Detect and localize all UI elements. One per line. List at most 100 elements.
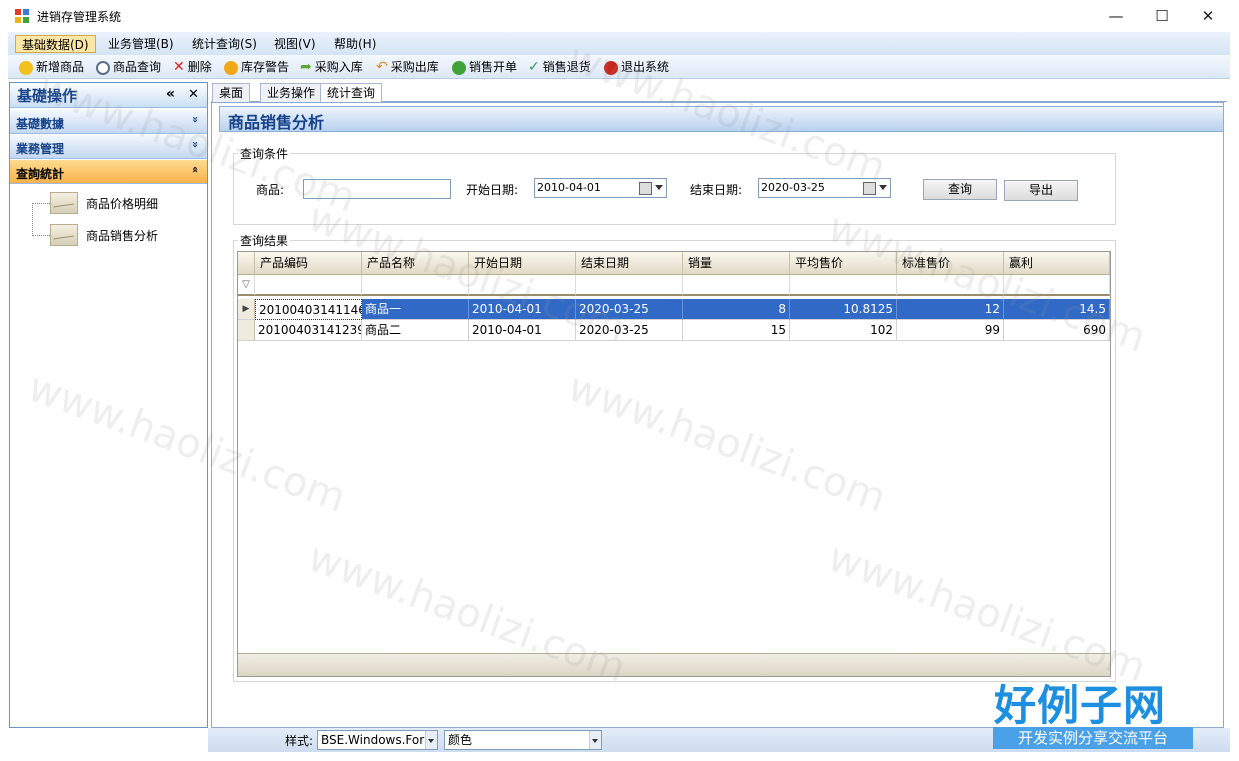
chevron-down-icon: » <box>188 115 202 124</box>
nav-group-query-stats[interactable]: 查詢統計 « <box>10 160 207 184</box>
column-header-quantity[interactable]: 销量 <box>683 252 790 275</box>
close-button[interactable]: ✕ <box>1185 0 1231 32</box>
filter-cell[interactable] <box>790 275 897 296</box>
page-title: 商品销售分析 <box>228 113 325 132</box>
nav-close-icon[interactable]: ✕ <box>188 87 199 102</box>
toolbar-delete[interactable]: ✕ 删除 <box>173 59 212 76</box>
cell-name[interactable]: 商品二 <box>362 320 469 341</box>
menu-bar: 基础数据(D) 业务管理(B) 统计查询(S) 视图(V) 帮助(H) <box>8 32 1230 55</box>
toolbar-sales-return[interactable]: ✓ 销售退货 <box>528 59 591 76</box>
cell-name[interactable]: 商品一 <box>362 299 469 320</box>
filter-cell[interactable] <box>255 275 362 296</box>
app-icon <box>14 8 30 24</box>
chevron-down-icon[interactable] <box>589 731 601 749</box>
tab-business[interactable]: 业务操作 <box>260 83 323 102</box>
tree-line <box>32 203 50 204</box>
magnifier-icon <box>96 60 110 75</box>
green-arrow-icon: ➦ <box>300 59 312 75</box>
toolbar: 新增商品 商品查询 ✕ 删除 库存警告 ➦ 采购入库 ↶ 采购出库 销售开单 ✓ 销售退… <box>8 55 1230 79</box>
toolbar-purchase-in[interactable]: ➦ 采购入库 <box>300 59 363 76</box>
tab-strip: 桌面 业务操作 统计查询 <box>211 82 1227 103</box>
chevron-down-icon: » <box>188 140 202 149</box>
color-select[interactable]: 颜色 <box>444 730 602 750</box>
menu-business[interactable]: 业务管理(B) <box>102 35 180 53</box>
title-bar: 进销存管理系统 — ☐ ✕ <box>0 0 1239 32</box>
nav-group-basic-data[interactable]: 基礎數據 » <box>10 110 207 134</box>
toolbar-sales-order[interactable]: 销售开单 <box>452 59 517 76</box>
filter-cell[interactable] <box>469 275 576 296</box>
cell-start-date[interactable]: 2010-04-01 <box>469 320 576 341</box>
table-row[interactable]: 20100403141239 商品二 2010-04-01 2020-03-25… <box>238 320 1110 341</box>
filter-icon[interactable]: ▽ <box>238 275 255 296</box>
nav-header: 基礎操作 « ✕ <box>10 83 207 108</box>
toolbar-add-product[interactable]: 新增商品 <box>19 59 84 76</box>
cell-code[interactable]: 20100403141239 <box>255 320 362 341</box>
export-button[interactable]: 导出 <box>1004 180 1078 201</box>
nav-group-business[interactable]: 業務管理 » <box>10 135 207 159</box>
column-header-code[interactable]: 产品编码 <box>255 252 362 275</box>
filter-cell[interactable] <box>362 275 469 296</box>
menu-statistics[interactable]: 统计查询(S) <box>186 35 263 53</box>
product-input[interactable] <box>303 179 451 199</box>
cell-quantity[interactable]: 8 <box>683 299 790 320</box>
column-header-start-date[interactable]: 开始日期 <box>469 252 576 275</box>
row-selector[interactable] <box>238 320 255 341</box>
menu-basic-data[interactable]: 基础数据(D) <box>15 35 96 53</box>
collapse-icon[interactable]: « <box>166 86 175 102</box>
table-row[interactable]: ▶ 20100403141146 商品一 2010-04-01 2020-03-… <box>238 299 1110 320</box>
cell-profit[interactable]: 14.5 <box>1004 299 1110 320</box>
column-header-name[interactable]: 产品名称 <box>362 252 469 275</box>
start-date-picker[interactable]: 2010-04-01 <box>534 178 667 198</box>
cell-start-date[interactable]: 2010-04-01 <box>469 299 576 320</box>
cell-code[interactable]: 20100403141146 <box>255 299 362 320</box>
menu-view[interactable]: 视图(V) <box>268 35 322 53</box>
column-header-end-date[interactable]: 结束日期 <box>576 252 683 275</box>
query-conditions-legend: 查询条件 <box>238 145 291 162</box>
calendar-icon[interactable] <box>863 182 876 195</box>
cell-std-price[interactable]: 99 <box>897 320 1004 341</box>
filter-cell[interactable] <box>576 275 683 296</box>
filter-cell[interactable] <box>897 275 1004 296</box>
cell-std-price[interactable]: 12 <box>897 299 1004 320</box>
toolbar-exit[interactable]: 退出系统 <box>604 59 669 76</box>
product-label: 商品: <box>256 183 285 197</box>
row-header-corner <box>238 252 255 275</box>
calendar-icon[interactable] <box>639 182 652 195</box>
minimize-button[interactable]: — <box>1093 0 1139 32</box>
search-button[interactable]: 查询 <box>923 179 997 200</box>
toolbar-stock-warning[interactable]: 库存警告 <box>224 59 289 76</box>
chevron-down-icon[interactable] <box>655 185 663 190</box>
menu-help[interactable]: 帮助(H) <box>328 35 382 53</box>
cell-avg-price[interactable]: 10.8125 <box>790 299 897 320</box>
column-header-std-price[interactable]: 标准售价 <box>897 252 1004 275</box>
row-selector-icon[interactable]: ▶ <box>238 299 255 320</box>
nav-item-price-detail[interactable]: 商品价格明细 <box>50 189 158 217</box>
chevron-down-icon[interactable] <box>879 185 887 190</box>
exit-icon <box>604 60 618 75</box>
toolbar-product-query[interactable]: 商品查询 <box>96 59 161 76</box>
cell-end-date[interactable]: 2020-03-25 <box>576 320 683 341</box>
chevron-up-icon: « <box>188 165 202 174</box>
chevron-down-icon[interactable] <box>425 731 437 749</box>
envelope-icon <box>50 192 78 214</box>
maximize-button[interactable]: ☐ <box>1139 0 1185 32</box>
toolbar-purchase-out[interactable]: ↶ 采购出库 <box>376 59 439 76</box>
cell-profit[interactable]: 690 <box>1004 320 1110 341</box>
tab-desktop[interactable]: 桌面 <box>212 83 251 102</box>
column-header-avg-price[interactable]: 平均售价 <box>790 252 897 275</box>
cell-avg-price[interactable]: 102 <box>790 320 897 341</box>
cell-quantity[interactable]: 15 <box>683 320 790 341</box>
results-grid: 产品编码 产品名称 开始日期 结束日期 销量 平均售价 标准售价 赢利 ▽ ▶ … <box>237 251 1111 677</box>
nav-item-sales-analysis[interactable]: 商品销售分析 <box>50 221 158 249</box>
cell-end-date[interactable]: 2020-03-25 <box>576 299 683 320</box>
panel-header: 商品销售分析 <box>219 106 1224 132</box>
column-header-profit[interactable]: 赢利 <box>1004 252 1110 275</box>
results-legend: 查询结果 <box>238 232 291 249</box>
end-date-picker[interactable]: 2020-03-25 <box>758 178 891 198</box>
navigation-panel: 基礎操作 « ✕ 基礎數據 » 業務管理 » 查詢統計 « 商品价格明细 商品销… <box>9 82 208 728</box>
filter-cell[interactable] <box>1004 275 1110 296</box>
tab-statistics[interactable]: 统计查询 <box>320 83 383 103</box>
filter-cell[interactable] <box>683 275 790 296</box>
style-select[interactable]: BSE.Windows.For <box>317 730 438 750</box>
return-icon: ✓ <box>528 59 540 75</box>
